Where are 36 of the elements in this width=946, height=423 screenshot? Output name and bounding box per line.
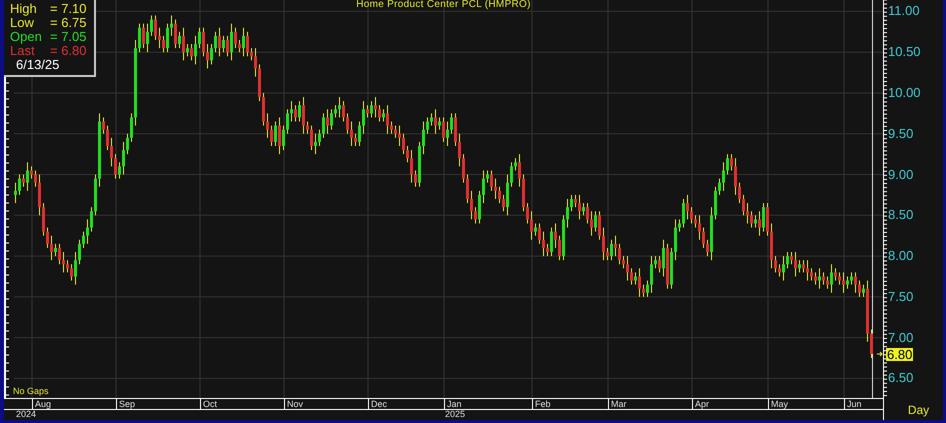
period-label: Day — [906, 403, 930, 417]
month-label: Sep — [116, 399, 136, 409]
year-label: 2024 — [16, 409, 36, 419]
axis-label: 7.00 — [888, 330, 914, 345]
axis-label: 11.00 — [888, 4, 920, 18]
axis-label: 10.00 — [888, 86, 921, 100]
month-label: Nov — [284, 399, 304, 409]
legend-date: 6/13/25 — [16, 58, 60, 72]
last-price-badge: 6.80 — [886, 348, 914, 361]
legend-value: = 7.05 — [50, 30, 87, 44]
legend-value: = 6.80 — [50, 44, 87, 58]
legend-value: = 7.10 — [50, 2, 87, 16]
chart-title: Home Product Center PCL (HMPRO) — [356, 0, 531, 10]
month-label: Feb — [532, 399, 551, 409]
gap-mode-label: No Gaps — [13, 386, 49, 396]
legend-value: = 6.75 — [50, 16, 87, 30]
month-label: Jun — [844, 399, 862, 409]
month-label: May — [768, 399, 788, 409]
axis-label: 6.50 — [888, 371, 914, 386]
month-label: Aug — [32, 399, 52, 409]
axis-label: 8.00 — [888, 249, 914, 264]
axis-label: 9.00 — [888, 168, 914, 182]
axis-label: 8.50 — [888, 208, 914, 222]
axis-label: 10.50 — [888, 45, 921, 60]
year-label: 2025 — [445, 409, 466, 419]
legend-label: Low — [10, 16, 34, 30]
legend-label: Open — [10, 30, 43, 44]
month-label: Dec — [368, 399, 388, 409]
month-label: Jan — [444, 399, 462, 409]
legend-label: Last — [10, 44, 35, 58]
legend-label: High — [10, 2, 38, 16]
month-label: Apr — [692, 399, 710, 409]
month-label: Oct — [200, 399, 218, 409]
axis-label: 7.50 — [888, 290, 914, 304]
axis-label: 9.50 — [888, 126, 914, 141]
month-label: Mar — [608, 399, 626, 409]
